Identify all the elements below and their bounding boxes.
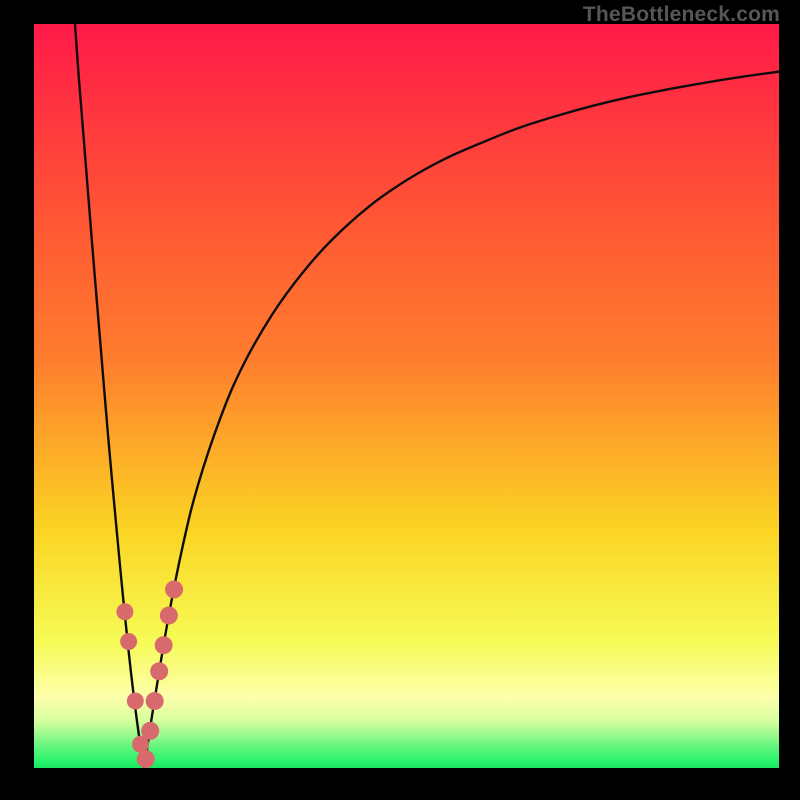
data-marker — [165, 580, 183, 598]
chart-frame: TheBottleneck.com — [0, 0, 800, 800]
data-marker — [141, 722, 159, 740]
watermark-text: TheBottleneck.com — [583, 3, 780, 27]
data-marker — [127, 693, 144, 710]
data-marker — [160, 606, 178, 624]
data-marker — [120, 633, 137, 650]
curve-layer — [34, 24, 779, 768]
curve-right-branch — [144, 72, 779, 768]
data-marker — [116, 603, 133, 620]
data-marker — [146, 692, 164, 710]
plot-area — [34, 24, 779, 768]
curve-left-branch — [75, 24, 144, 768]
data-marker — [150, 662, 168, 680]
data-marker — [137, 750, 155, 768]
data-marker — [155, 636, 173, 654]
